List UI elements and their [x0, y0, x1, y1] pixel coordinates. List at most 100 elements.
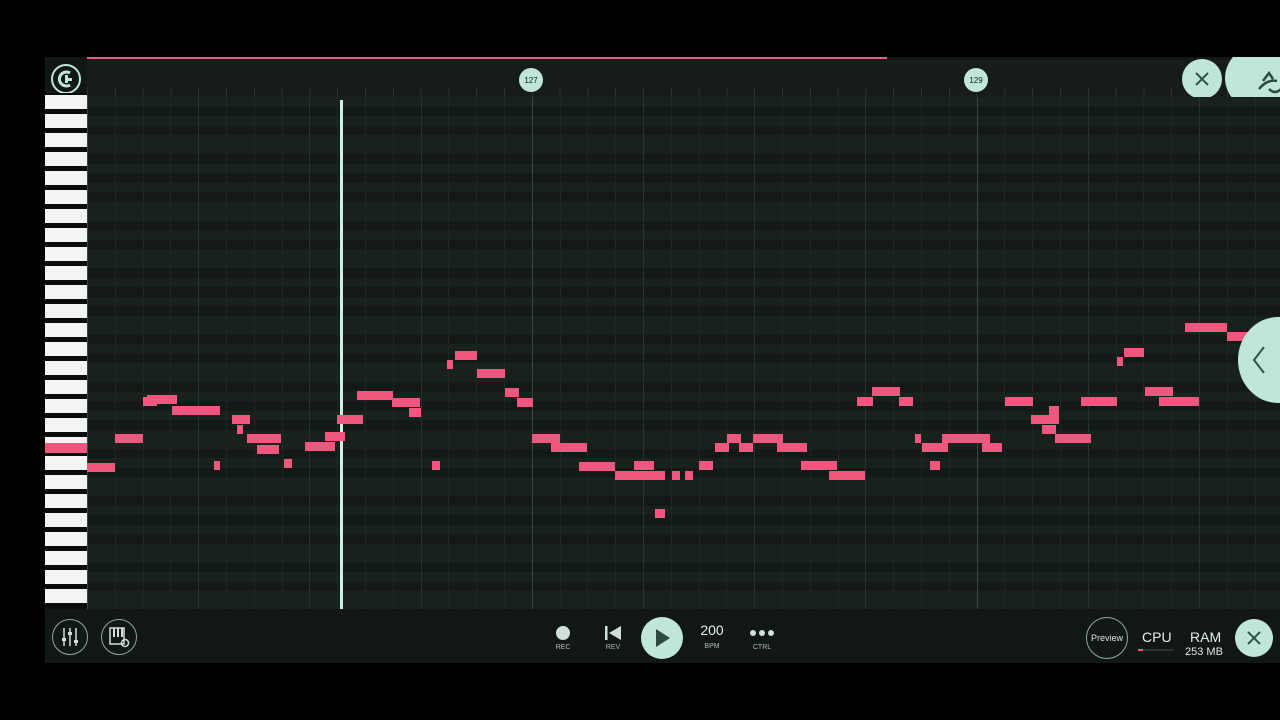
piano-keyboard[interactable] [45, 93, 87, 609]
piano-white-key[interactable] [45, 285, 87, 299]
midi-note[interactable] [972, 434, 990, 443]
piano-white-key[interactable] [45, 551, 87, 565]
midi-note[interactable] [232, 415, 250, 424]
midi-note[interactable] [357, 391, 393, 400]
close-piano-roll-button[interactable] [1182, 59, 1222, 99]
midi-note[interactable] [857, 397, 873, 406]
piano-white-key[interactable] [45, 532, 87, 546]
piano-white-key[interactable] [45, 380, 87, 394]
piano-white-key[interactable] [45, 247, 87, 261]
midi-note[interactable] [715, 443, 729, 452]
midi-note[interactable] [801, 461, 837, 470]
logo-button[interactable] [51, 64, 81, 94]
midi-note[interactable] [532, 434, 560, 443]
midi-note[interactable] [922, 443, 948, 452]
midi-note[interactable] [1145, 387, 1173, 396]
midi-note[interactable] [505, 388, 519, 397]
piano-white-key[interactable] [45, 95, 87, 109]
midi-note[interactable] [477, 369, 505, 378]
preview-button[interactable]: Preview [1086, 617, 1128, 659]
midi-note[interactable] [517, 398, 533, 407]
midi-note[interactable] [930, 461, 940, 470]
midi-note[interactable] [1055, 434, 1091, 443]
midi-note[interactable] [1185, 323, 1227, 332]
piano-white-key[interactable] [45, 589, 87, 603]
midi-note[interactable] [899, 397, 913, 406]
piano-white-key[interactable] [45, 361, 87, 375]
midi-note[interactable] [739, 443, 753, 452]
midi-note[interactable] [447, 360, 453, 369]
midi-note[interactable] [1042, 425, 1056, 434]
midi-note[interactable] [214, 461, 220, 470]
midi-note[interactable] [237, 425, 243, 434]
midi-note[interactable] [1117, 357, 1123, 366]
play-button[interactable] [641, 617, 683, 659]
midi-note[interactable] [655, 509, 665, 518]
midi-note[interactable] [1081, 397, 1117, 406]
midi-note[interactable] [305, 442, 335, 451]
piano-white-key[interactable] [45, 114, 87, 128]
piano-white-key[interactable] [45, 171, 87, 185]
piano-white-key[interactable] [45, 266, 87, 280]
piano-white-key[interactable] [45, 228, 87, 242]
midi-note[interactable] [432, 461, 440, 470]
close-button[interactable] [1235, 619, 1273, 657]
midi-note[interactable] [87, 463, 115, 472]
midi-note[interactable] [1124, 348, 1144, 357]
ctrl-button[interactable]: CTRL [742, 625, 782, 651]
piano-white-key[interactable] [45, 418, 87, 432]
midi-note[interactable] [915, 434, 921, 443]
midi-note[interactable] [1049, 406, 1059, 415]
midi-note[interactable] [579, 462, 615, 471]
piano-white-key[interactable] [45, 475, 87, 489]
midi-note[interactable] [1031, 415, 1059, 424]
midi-note[interactable] [284, 459, 292, 468]
piano-settings-button[interactable] [101, 619, 137, 655]
midi-note[interactable] [672, 471, 680, 480]
midi-note[interactable] [685, 471, 693, 480]
note-grid[interactable] [87, 97, 1280, 609]
midi-note[interactable] [829, 471, 865, 480]
midi-note[interactable] [172, 406, 220, 415]
bar-marker-127[interactable]: 127 [519, 68, 543, 92]
midi-note[interactable] [1005, 397, 1033, 406]
midi-note[interactable] [727, 434, 741, 443]
piano-white-key[interactable] [45, 456, 87, 470]
rewind-button[interactable]: REV [593, 625, 633, 651]
midi-note[interactable] [615, 471, 665, 480]
piano-white-key[interactable] [45, 399, 87, 413]
midi-note[interactable] [115, 434, 143, 443]
piano-white-key[interactable] [45, 209, 87, 223]
midi-note[interactable] [1159, 397, 1199, 406]
mixer-button[interactable] [52, 619, 88, 655]
midi-note[interactable] [872, 387, 900, 396]
piano-white-key[interactable] [45, 152, 87, 166]
piano-white-key[interactable] [45, 494, 87, 508]
piano-white-key[interactable] [45, 513, 87, 527]
piano-white-key[interactable] [45, 323, 87, 337]
piano-white-key[interactable] [45, 304, 87, 318]
piano-white-key[interactable] [45, 342, 87, 356]
bpm-control[interactable]: 200 BPM [692, 622, 732, 650]
midi-note[interactable] [147, 395, 177, 404]
piano-white-key[interactable] [45, 190, 87, 204]
bar-marker-129[interactable]: 129 [964, 68, 988, 92]
midi-note[interactable] [699, 461, 713, 470]
piano-white-key[interactable] [45, 570, 87, 584]
midi-note[interactable] [455, 351, 477, 360]
midi-note[interactable] [777, 443, 807, 452]
midi-note[interactable] [247, 434, 281, 443]
record-button[interactable]: REC [543, 625, 583, 651]
piano-white-key[interactable] [45, 133, 87, 147]
midi-note[interactable] [551, 443, 587, 452]
midi-note[interactable] [634, 461, 654, 470]
timeline-ruler[interactable]: 127 129 [87, 59, 1280, 97]
midi-note[interactable] [337, 415, 363, 424]
midi-note[interactable] [753, 434, 783, 443]
midi-note[interactable] [409, 408, 421, 417]
midi-note[interactable] [257, 445, 279, 454]
midi-note[interactable] [392, 398, 420, 407]
midi-note[interactable] [325, 432, 345, 441]
midi-note[interactable] [982, 443, 1002, 452]
playhead[interactable] [340, 100, 343, 609]
